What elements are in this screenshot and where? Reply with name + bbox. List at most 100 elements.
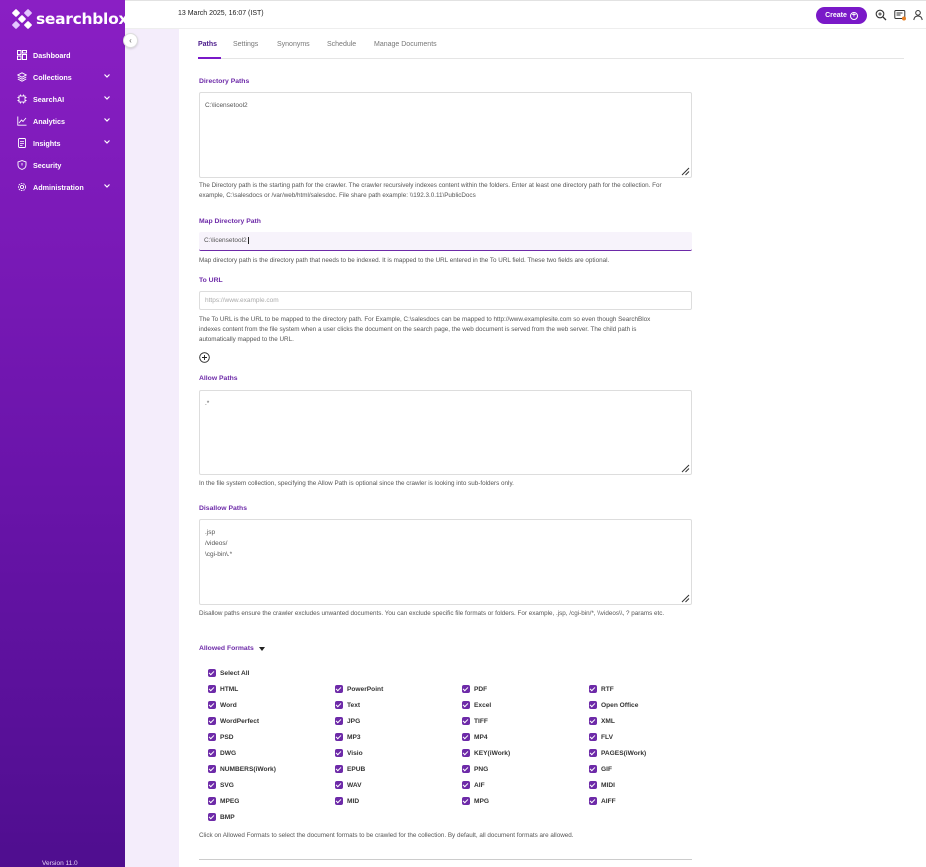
current-datetime: 13 March 2025, 16:07 (IST): [178, 10, 264, 17]
chevron-left-icon: ‹: [129, 36, 132, 45]
format-checkbox[interactable]: MPG: [462, 797, 489, 805]
format-checkbox[interactable]: HTML: [208, 685, 238, 693]
brand-name: searchblox: [36, 10, 129, 28]
format-checkbox[interactable]: GIF: [589, 765, 612, 773]
notifications-icon[interactable]: [894, 9, 906, 21]
select-all-checkbox[interactable]: Select All: [208, 669, 249, 677]
search-zoom-icon[interactable]: [875, 9, 887, 21]
format-checkbox[interactable]: PDF: [462, 685, 487, 693]
format-label: Open Office: [601, 701, 639, 709]
divider: [199, 859, 692, 860]
format-checkbox[interactable]: SVG: [208, 781, 234, 789]
allowed-formats-help: Click on Allowed Formats to select the d…: [199, 832, 574, 839]
sidebar-item-dashboard[interactable]: Dashboard: [0, 44, 125, 66]
format-label: RTF: [601, 685, 614, 693]
collapse-sidebar-button[interactable]: ‹: [123, 33, 138, 48]
checkbox-checked-icon: [335, 765, 343, 773]
collection-tabs: Paths Settings Synonyms Schedule Manage …: [198, 37, 904, 59]
allow-paths-label: Allow Paths: [199, 375, 238, 382]
checkbox-checked-icon: [208, 797, 216, 805]
format-checkbox[interactable]: MPEG: [208, 797, 239, 805]
tab-synonyms[interactable]: Synonyms: [277, 41, 310, 48]
format-checkbox[interactable]: XML: [589, 717, 615, 725]
format-label: PowerPoint: [347, 685, 384, 693]
sidebar-item-collections[interactable]: Collections: [0, 66, 125, 88]
format-checkbox[interactable]: FLV: [589, 733, 613, 741]
to-url-placeholder: https://www.example.com: [205, 297, 279, 304]
format-checkbox[interactable]: MP4: [462, 733, 488, 741]
tab-settings[interactable]: Settings: [233, 41, 258, 48]
format-checkbox[interactable]: PNG: [462, 765, 488, 773]
format-checkbox[interactable]: PowerPoint: [335, 685, 383, 693]
format-checkbox[interactable]: KEY(iWork): [462, 749, 510, 757]
checkbox-checked-icon: [589, 749, 597, 757]
format-label: Excel: [474, 701, 492, 709]
allowed-formats-toggle[interactable]: Allowed Formats: [199, 645, 265, 652]
format-checkbox[interactable]: Text: [335, 701, 360, 709]
format-checkbox[interactable]: WAV: [335, 781, 362, 789]
searchblox-logo-icon: [12, 9, 32, 29]
resize-handle-icon[interactable]: [680, 593, 690, 603]
checkbox-checked-icon: [208, 765, 216, 773]
sidebar-item-security[interactable]: Security: [0, 154, 125, 176]
format-checkbox[interactable]: WordPerfect: [208, 717, 259, 725]
map-directory-path-label: Map Directory Path: [199, 218, 261, 225]
format-checkbox[interactable]: JPG: [335, 717, 360, 725]
to-url-input[interactable]: https://www.example.com: [199, 291, 692, 310]
sidebar-item-searchai[interactable]: SearchAI: [0, 88, 125, 110]
format-checkbox[interactable]: MID: [335, 797, 359, 805]
tab-paths[interactable]: Paths: [198, 41, 217, 48]
create-button[interactable]: Create +: [816, 7, 867, 24]
format-checkbox[interactable]: RTF: [589, 685, 614, 693]
checkbox-checked-icon: [589, 685, 597, 693]
allow-paths-value: .*: [205, 400, 210, 407]
brand-logo[interactable]: searchblox: [12, 9, 128, 29]
allow-paths-textarea[interactable]: .*: [199, 390, 692, 475]
format-checkbox[interactable]: MIDI: [589, 781, 615, 789]
checkbox-checked-icon: [335, 749, 343, 757]
checkbox-checked-icon: [462, 781, 470, 789]
directory-paths-textarea[interactable]: C:\licensetool2: [199, 92, 692, 178]
disallow-path-line: \cgi-bin\.*: [205, 551, 233, 558]
format-label: Visio: [347, 749, 363, 757]
allowed-formats-label: Allowed Formats: [199, 645, 254, 652]
format-checkbox[interactable]: PAGES(iWork): [589, 749, 646, 757]
format-checkbox[interactable]: MP3: [335, 733, 361, 741]
to-url-help: The To URL is the URL to be mapped to th…: [199, 316, 651, 343]
checkbox-checked-icon: [208, 669, 216, 677]
format-label: TIFF: [474, 717, 488, 725]
layers-icon: [17, 72, 27, 82]
resize-handle-icon[interactable]: [680, 166, 690, 176]
format-label: HTML: [220, 685, 239, 693]
format-checkbox[interactable]: Word: [208, 701, 237, 709]
format-checkbox[interactable]: NUMBERS(iWork): [208, 765, 276, 773]
directory-paths-value: C:\licensetool2: [205, 102, 248, 109]
add-mapping-icon[interactable]: [199, 352, 210, 363]
format-checkbox[interactable]: AIF: [462, 781, 485, 789]
user-icon[interactable]: [912, 9, 924, 21]
format-label: EPUB: [347, 765, 366, 773]
format-checkbox[interactable]: Excel: [462, 701, 491, 709]
resize-handle-icon[interactable]: [680, 463, 690, 473]
format-checkbox[interactable]: Visio: [335, 749, 363, 757]
format-label: PDF: [474, 685, 488, 693]
map-directory-path-input[interactable]: C:\licensetool2: [199, 232, 692, 251]
format-checkbox[interactable]: AIFF: [589, 797, 616, 805]
format-checkbox[interactable]: TIFF: [462, 717, 488, 725]
chevron-down-icon: [104, 96, 110, 100]
tab-manage-documents[interactable]: Manage Documents: [374, 41, 437, 48]
disallow-paths-textarea[interactable]: .jsp /videos/ \cgi-bin\.*: [199, 519, 692, 605]
checkbox-checked-icon: [208, 733, 216, 741]
sidebar-item-analytics[interactable]: Analytics: [0, 110, 125, 132]
tab-schedule[interactable]: Schedule: [327, 41, 356, 48]
sidebar-item-label: Collections: [33, 72, 72, 82]
gear-icon: [17, 182, 27, 192]
format-checkbox[interactable]: EPUB: [335, 765, 365, 773]
format-checkbox[interactable]: BMP: [208, 813, 235, 821]
format-checkbox[interactable]: DWG: [208, 749, 236, 757]
sidebar-item-insights[interactable]: Insights: [0, 132, 125, 154]
format-checkbox[interactable]: PSD: [208, 733, 234, 741]
format-checkbox[interactable]: Open Office: [589, 701, 638, 709]
sidebar-item-administration[interactable]: Administration: [0, 176, 125, 198]
disallow-path-line: /videos/: [205, 540, 228, 547]
